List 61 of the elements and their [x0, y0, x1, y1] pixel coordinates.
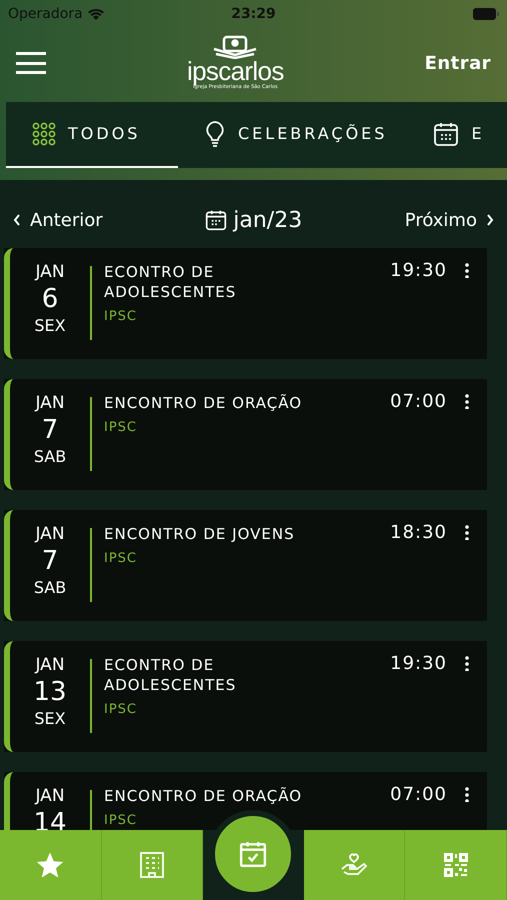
lightbulb-icon	[204, 120, 226, 148]
event-month: JAN	[35, 262, 65, 282]
event-weekday: SEX	[34, 316, 66, 336]
qr-code-icon	[442, 852, 469, 878]
calendar-icon	[205, 209, 228, 231]
carrier-label: Operadora	[8, 4, 83, 24]
event-month: JAN	[35, 393, 65, 413]
event-time: 18:30	[390, 522, 447, 545]
event-day: 13	[33, 675, 67, 709]
category-tab[interactable]: TODOS	[6, 102, 178, 168]
calendar-icon	[433, 121, 460, 147]
event-card[interactable]: JAN 13 SEX ECONTRO DE ADOLESCENTES IPSC 19:30	[4, 641, 487, 752]
category-tab[interactable]: E	[407, 102, 505, 168]
event-time: 07:00	[390, 784, 447, 807]
login-button[interactable]: Entrar	[424, 50, 491, 76]
battery-icon	[473, 8, 499, 20]
event-time: 07:00	[390, 391, 447, 414]
event-day: 7	[42, 544, 58, 578]
more-options-icon	[465, 524, 469, 540]
event-place: IPSC	[104, 419, 138, 437]
event-weekday: SAB	[34, 578, 66, 598]
building-icon	[138, 851, 165, 879]
event-weekday: SAB	[34, 447, 66, 467]
logo-wordmark: ipscarlos	[186, 59, 284, 83]
event-weekday: SEX	[34, 709, 66, 729]
book-logo-icon	[212, 35, 258, 59]
event-day: 7	[42, 413, 58, 447]
next-button[interactable]: Próximo	[404, 206, 495, 234]
more-options-icon	[465, 655, 469, 671]
grid-icon	[32, 122, 56, 146]
event-title: ECONTRO DE ADOLESCENTES	[104, 655, 238, 695]
event-month: JAN	[35, 655, 65, 675]
event-card[interactable]: JAN 6 SEX ECONTRO DE ADOLESCENTES IPSC 19:30	[4, 248, 487, 359]
event-card[interactable]: JAN 7 SAB ENCONTRO DE JOVENS IPSC 18:30	[4, 510, 487, 621]
calendar-check-icon	[239, 840, 268, 868]
menu-button[interactable]	[16, 52, 46, 74]
more-options-icon	[465, 262, 469, 278]
star-icon	[35, 850, 66, 880]
event-place: IPSC	[104, 701, 138, 719]
event-place: IPSC	[104, 812, 138, 830]
chevron-right-icon	[484, 213, 495, 227]
event-title: ENCONTRO DE ORAÇÃO	[104, 393, 304, 413]
event-card[interactable]: JAN 7 SAB ENCONTRO DE ORAÇÃO IPSC 07:00	[4, 379, 487, 490]
event-place: IPSC	[104, 308, 138, 326]
event-month: JAN	[35, 524, 65, 544]
more-options-icon	[465, 393, 469, 409]
more-options-icon	[465, 786, 469, 802]
event-time: 19:30	[390, 260, 447, 283]
category-tab[interactable]: CELEBRAÇÕES	[178, 102, 408, 168]
chevron-left-icon	[12, 213, 22, 227]
event-title: ENCONTRO DE JOVENS	[104, 524, 296, 544]
event-month: JAN	[35, 786, 65, 806]
clock: 23:29	[230, 4, 277, 24]
event-day: 6	[42, 282, 58, 316]
event-title: ECONTRO DE ADOLESCENTES	[104, 262, 238, 302]
event-title: ENCONTRO DE ORAÇÃO	[104, 786, 304, 806]
event-time: 19:30	[390, 653, 447, 676]
previous-button[interactable]: Anterior	[12, 206, 103, 234]
month-label: jan/23	[233, 206, 302, 234]
wifi-icon	[86, 7, 105, 21]
event-place: IPSC	[104, 550, 138, 568]
